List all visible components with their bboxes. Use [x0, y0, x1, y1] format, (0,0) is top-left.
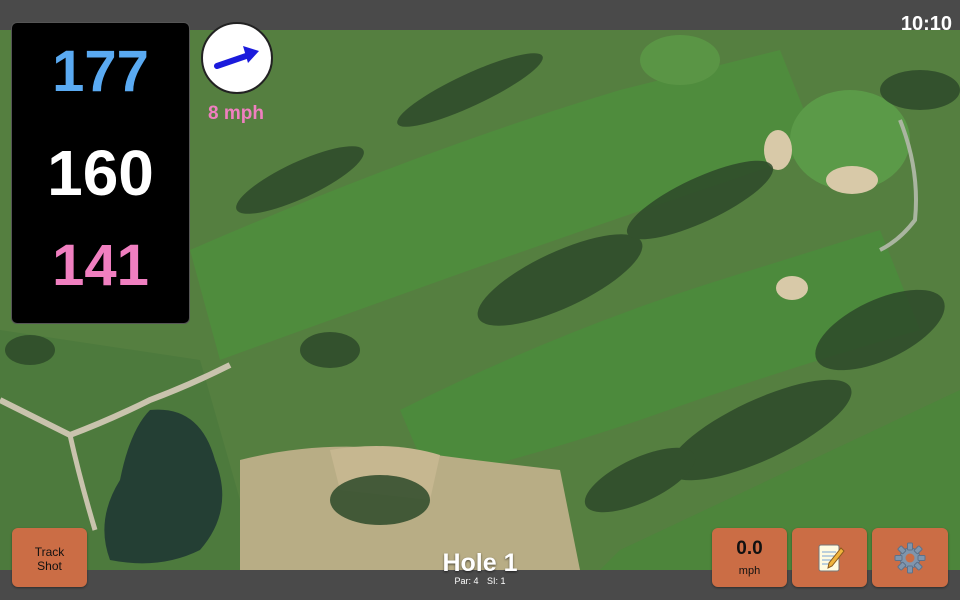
back-yardage: 177	[52, 39, 149, 104]
arrow-icon	[214, 46, 259, 69]
notepad-icon	[818, 544, 845, 572]
hole-title: Hole 1	[442, 549, 518, 577]
wind-indicator	[201, 22, 273, 94]
speed-value: 0.0	[736, 538, 763, 559]
track-shot-button[interactable]: Track Shot	[12, 528, 87, 587]
swing-speed-button[interactable]: 0.0 mph	[712, 528, 787, 587]
front-yardage: 141	[52, 233, 149, 298]
middle-yardage: 160	[47, 137, 154, 209]
gear-icon	[894, 542, 926, 574]
speed-unit: mph	[738, 565, 761, 577]
yardage-panel: 177 160 141	[11, 22, 190, 324]
wind-speed-label: 8 mph	[208, 103, 264, 124]
track-shot-label-line2: Shot	[37, 559, 62, 573]
hole-info: Par: 4 SI: 1	[380, 577, 580, 586]
hole-stroke-index: SI: 1	[487, 576, 506, 586]
track-shot-label-line1: Track	[34, 545, 65, 559]
hole-par: Par: 4	[454, 576, 479, 586]
settings-button[interactable]	[872, 528, 948, 587]
notes-button[interactable]	[792, 528, 867, 587]
